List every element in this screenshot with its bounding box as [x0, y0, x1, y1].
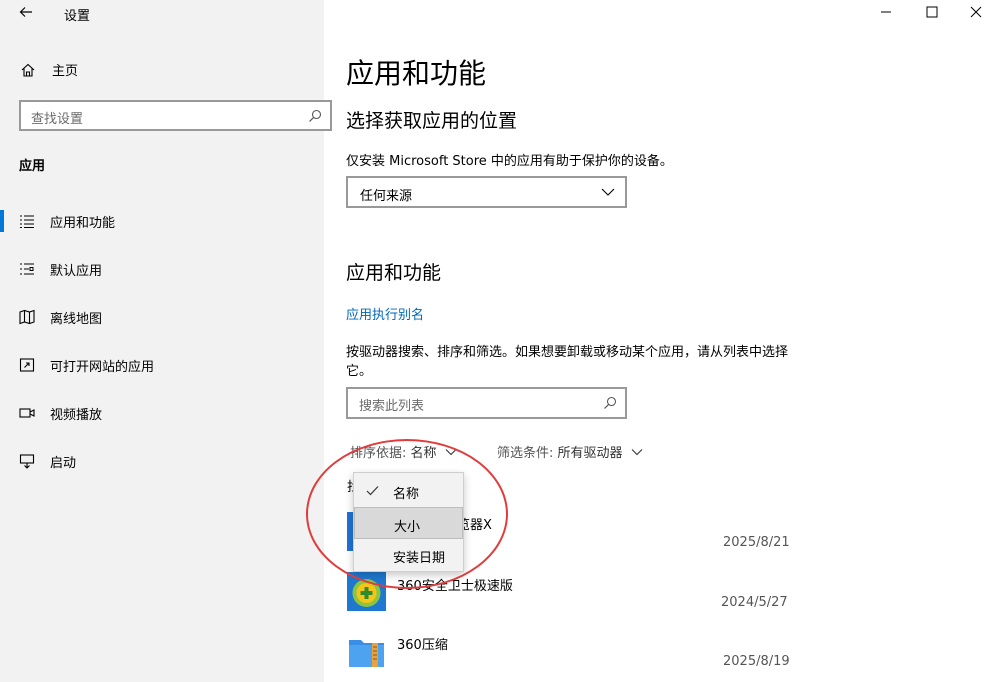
filter-label: 筛选条件:	[497, 446, 554, 461]
sidebar-item-offline-maps[interactable]: 离线地图	[19, 306, 102, 328]
apps-features-heading: 应用和功能	[346, 262, 442, 284]
location-heading: 选择获取应用的位置	[346, 110, 518, 132]
settings-search-placeholder: 查找设置	[31, 112, 84, 127]
app-execution-alias-link[interactable]: 应用执行别名	[346, 304, 424, 323]
app-install-date: 2024/5/27	[721, 595, 788, 610]
apps-description: 按驱动器搜索、排序和筛选。如果想要卸载或移动某个应用，请从列表中选择它。	[346, 345, 789, 379]
sidebar-item-apps-for-websites[interactable]: 可打开网站的应用	[19, 354, 154, 376]
sidebar-item-label: 离线地图	[50, 311, 103, 327]
list-icon	[19, 213, 35, 229]
page-title: 应用和功能	[346, 57, 487, 90]
settings-search-input[interactable]: 查找设置	[19, 100, 332, 131]
search-icon	[309, 109, 322, 122]
chevron-down-icon	[631, 448, 642, 455]
chevron-down-icon	[601, 188, 615, 196]
maximize-icon[interactable]	[926, 6, 938, 22]
open-web-icon	[19, 357, 35, 373]
app-source-dropdown[interactable]: 任何来源	[346, 176, 627, 208]
app-name: 360压缩	[397, 638, 448, 653]
annotation-ellipse	[306, 439, 508, 589]
active-indicator	[0, 210, 4, 232]
sidebar-home[interactable]: 主页	[20, 60, 78, 79]
app-install-date: 2025/8/21	[723, 535, 790, 550]
window-title: 设置	[64, 9, 91, 24]
sidebar: 设置 主页 查找设置 应用 应用和功能 默认应用 离线地图 可打开网站的应用 视…	[0, 0, 332, 682]
app-list-search-placeholder: 搜索此列表	[359, 399, 425, 414]
search-icon	[604, 396, 617, 409]
app-source-value: 任何来源	[360, 189, 413, 204]
filter-value: 所有驱动器	[557, 446, 623, 461]
sidebar-item-label: 默认应用	[50, 263, 103, 279]
location-description: 仅安装 Microsoft Store 中的应用有助于保护你的设备。	[346, 154, 673, 169]
minimize-icon[interactable]	[880, 6, 892, 22]
sidebar-item-label: 启动	[50, 455, 77, 471]
app-install-date: 2025/8/19	[723, 654, 790, 669]
sidebar-item-label: 应用和功能	[50, 215, 116, 231]
sidebar-item-apps-features[interactable]: 应用和功能	[19, 210, 115, 232]
close-icon[interactable]	[970, 6, 982, 22]
video-icon	[19, 405, 35, 421]
sidebar-item-video-playback[interactable]: 视频播放	[19, 402, 102, 424]
map-icon	[19, 309, 35, 325]
sidebar-item-default-apps[interactable]: 默认应用	[19, 258, 102, 280]
filter-by-dropdown[interactable]: 筛选条件: 所有驱动器	[497, 442, 643, 461]
default-apps-icon	[19, 261, 35, 277]
sidebar-item-startup[interactable]: 启动	[19, 450, 76, 472]
sidebar-section-apps: 应用	[19, 159, 46, 174]
sidebar-item-label: 可打开网站的应用	[50, 359, 155, 375]
home-label: 主页	[52, 64, 79, 79]
home-icon	[21, 63, 35, 77]
startup-icon	[19, 453, 35, 469]
sidebar-item-label: 视频播放	[50, 407, 103, 423]
app-list-search-input[interactable]: 搜索此列表	[346, 387, 627, 419]
archive-app-icon	[347, 632, 386, 671]
back-arrow-icon[interactable]	[18, 4, 34, 24]
